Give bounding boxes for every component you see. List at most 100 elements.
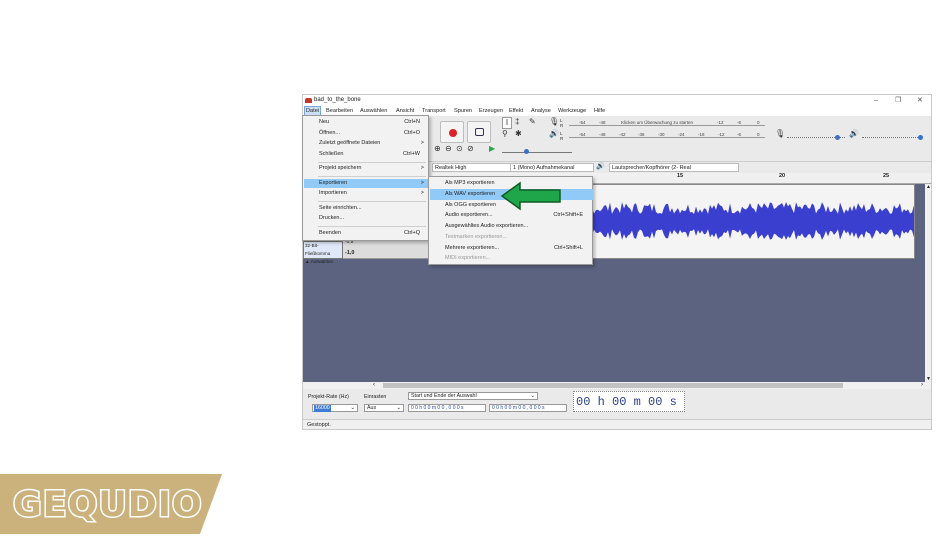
menu-item-label: Beenden — [319, 230, 342, 236]
menu-item-label: Neu — [319, 119, 330, 125]
rate-select[interactable]: 16000 ⌄ — [312, 404, 358, 412]
menu-analyse[interactable]: Analyse — [530, 106, 552, 116]
menu-item-beenden[interactable]: Beenden Ctrl+Q — [304, 229, 428, 238]
slider-thumb[interactable] — [918, 135, 923, 140]
scroll-up-icon[interactable]: ▲ — [926, 184, 931, 190]
zoom-in-icon[interactable]: ⊕ — [434, 144, 441, 154]
snap-select[interactable]: Aus ⌄ — [364, 404, 404, 412]
export-audio-item[interactable]: Audio exportieren... Ctrl+Shift+E — [430, 210, 593, 221]
meter-tick: 0 — [757, 132, 760, 137]
meter-tick: -36 — [638, 132, 645, 137]
horizontal-scrollbar[interactable]: ‹ › — [303, 382, 931, 389]
snap-value: Aus — [367, 405, 377, 411]
menu-spuren[interactable]: Spuren — [453, 106, 473, 116]
app-icon — [305, 98, 312, 103]
scroll-thumb[interactable] — [383, 383, 843, 388]
menu-item-label: Drucken... — [319, 215, 345, 221]
scale-bottom: -1,0 — [345, 250, 355, 256]
selection-mode-select[interactable]: Start und Ende der Auswahl ⌄ — [408, 392, 538, 400]
close-icon[interactable]: ✕ — [917, 95, 923, 106]
menu-item-shortcut: Ctrl+O — [403, 130, 420, 136]
menu-separator — [318, 162, 426, 163]
record-icon — [449, 129, 457, 137]
envelope-tool-icon[interactable]: ‡ — [515, 117, 519, 127]
menu-item-shortcut: Ctrl+Shift+E — [553, 212, 583, 218]
chevron-down-icon: ⌄ — [396, 405, 401, 411]
menu-separator — [318, 176, 426, 177]
zoom-out-icon[interactable]: ⊖ — [445, 144, 452, 154]
speaker-icon[interactable]: 🔊 — [849, 129, 859, 139]
vertical-scrollbar[interactable]: ▲ ▼ — [925, 184, 931, 382]
menu-item-neu[interactable]: Neu Ctrl+N — [304, 118, 428, 127]
select-tool-icon[interactable]: I — [502, 117, 512, 129]
minimize-icon[interactable]: – — [874, 95, 878, 106]
draw-tool-icon[interactable]: ✎ — [529, 117, 536, 127]
time-value: 00 h 00 m 00 s — [576, 395, 677, 409]
menu-item-recent[interactable]: Zuletzt geöffnete Dateien > — [304, 139, 428, 148]
time-display[interactable]: 00 h 00 m 00 s — [573, 391, 685, 412]
playback-volume-slider[interactable] — [862, 133, 923, 140]
sel-end-value: 0 0 h 0 0 m 0 0 , 0 0 0 s — [492, 405, 545, 411]
output-device-select[interactable]: Lautsprecher/Kopfhörer (2- Real — [609, 163, 739, 172]
record-button[interactable] — [440, 121, 464, 143]
play-speed-slider[interactable] — [502, 146, 572, 154]
meter-tick: -48 — [599, 132, 606, 137]
ruler-tick: 20 — [779, 173, 786, 179]
restore-icon[interactable]: ❐ — [895, 95, 901, 106]
play-at-speed-icon[interactable]: ▶ — [489, 144, 495, 154]
slider-thumb[interactable] — [835, 135, 840, 140]
meter-tick: -42 — [619, 132, 626, 137]
fit-project-icon[interactable]: ⊘ — [467, 144, 474, 154]
track-info[interactable]: 32-Bit-Fließkomma ▲ Auswählen — [303, 241, 343, 264]
menu-item-seite-einrichten[interactable]: Seite einrichten... — [304, 204, 428, 213]
fit-selection-icon[interactable]: ⊙ — [456, 144, 463, 154]
microphone-icon[interactable]: 🎙 — [775, 129, 785, 139]
menu-hilfe[interactable]: Hilfe — [593, 106, 606, 116]
menu-item-shortcut: Ctrl+Q — [403, 230, 420, 236]
menu-effekt[interactable]: Effekt — [508, 106, 524, 116]
menu-item-projekt-speichern[interactable]: Projekt speichern > — [304, 164, 428, 173]
menu-item-oeffnen[interactable]: Öffnen... Ctrl+O — [304, 129, 428, 138]
record-meter[interactable]: -54 -48 Klicken um Überwachung zu starte… — [569, 119, 765, 126]
selection-end-field[interactable]: 0 0 h 0 0 m 0 0 , 0 0 0 s — [489, 404, 567, 412]
speaker-icon[interactable]: 🔊 — [549, 129, 559, 139]
menu-item-drucken[interactable]: Drucken... — [304, 214, 428, 223]
record-volume-slider[interactable] — [787, 133, 845, 140]
export-labels-item: Textmarken exportieren... — [430, 232, 593, 243]
menu-item-label: Projekt speichern — [319, 165, 362, 171]
meter-tick: -6 — [737, 132, 742, 137]
menu-erzeugen[interactable]: Erzeugen — [478, 106, 504, 116]
menu-item-label: Exportieren — [319, 180, 348, 186]
submenu-arrow-icon: > — [420, 165, 424, 171]
channels-select[interactable]: 1 (Mono) Aufnahmekanal — [510, 163, 594, 172]
menu-item-label: Öffnen... — [319, 130, 340, 136]
status-text: Gestoppt. — [307, 422, 331, 428]
scroll-right-icon[interactable]: › — [921, 382, 923, 389]
playback-meter[interactable]: -54 -48 -42 -36 -30 -24 -18 -12 -6 0 — [569, 131, 765, 138]
input-device-select[interactable]: Realtek High — [432, 163, 512, 172]
snap-label: Einrasten — [364, 394, 387, 400]
loop-button[interactable] — [467, 121, 491, 143]
menu-item-schliessen[interactable]: Schließen Ctrl+W — [304, 150, 428, 159]
menu-item-label: Seite einrichten... — [319, 205, 362, 211]
menu-item-label: Zuletzt geöffnete Dateien — [319, 140, 381, 146]
microphone-icon[interactable]: 🎙 — [549, 117, 559, 127]
menu-item-label: MIDI exportieren... — [445, 255, 491, 261]
slider-thumb[interactable] — [524, 149, 529, 154]
export-selected-audio-item[interactable]: Ausgewähltes Audio exportieren... — [430, 221, 593, 232]
meter-hint: Klicken um Überwachung zu starten — [621, 120, 694, 125]
meter-tick: -54 — [579, 120, 586, 125]
menu-item-importieren[interactable]: Importieren > — [304, 189, 428, 198]
meter-tick: -24 — [678, 132, 685, 137]
menu-werkzeuge[interactable]: Werkzeuge — [557, 106, 587, 116]
menu-separator — [318, 226, 426, 227]
menu-item-exportieren[interactable]: Exportieren > — [304, 179, 428, 188]
zoom-tool-icon[interactable]: ⚲ — [502, 129, 508, 139]
multi-tool-icon[interactable]: ✱ — [515, 129, 522, 139]
menu-item-shortcut: Ctrl+W — [403, 151, 420, 157]
selection-start-field[interactable]: 0 0 h 0 0 m 0 0 , 0 0 0 s — [408, 404, 486, 412]
scroll-left-icon[interactable]: ‹ — [373, 382, 375, 389]
meter-tick: -54 — [579, 132, 586, 137]
track-select-button[interactable]: ▲ Auswählen — [304, 258, 342, 266]
menu-item-label: Importieren — [319, 190, 347, 196]
